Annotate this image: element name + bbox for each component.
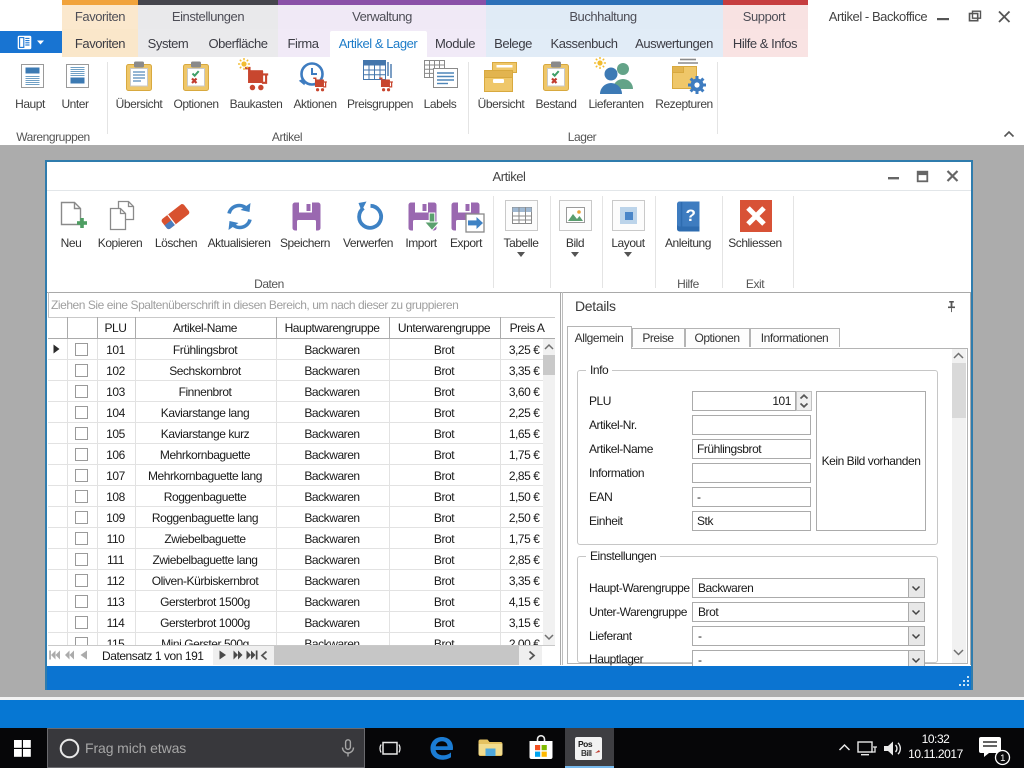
- svg-text:Bill: Bill: [581, 749, 592, 758]
- svg-text:Pos: Pos: [578, 739, 593, 749]
- svg-text:?: ?: [686, 206, 696, 225]
- svg-text:1: 1: [1000, 753, 1005, 764]
